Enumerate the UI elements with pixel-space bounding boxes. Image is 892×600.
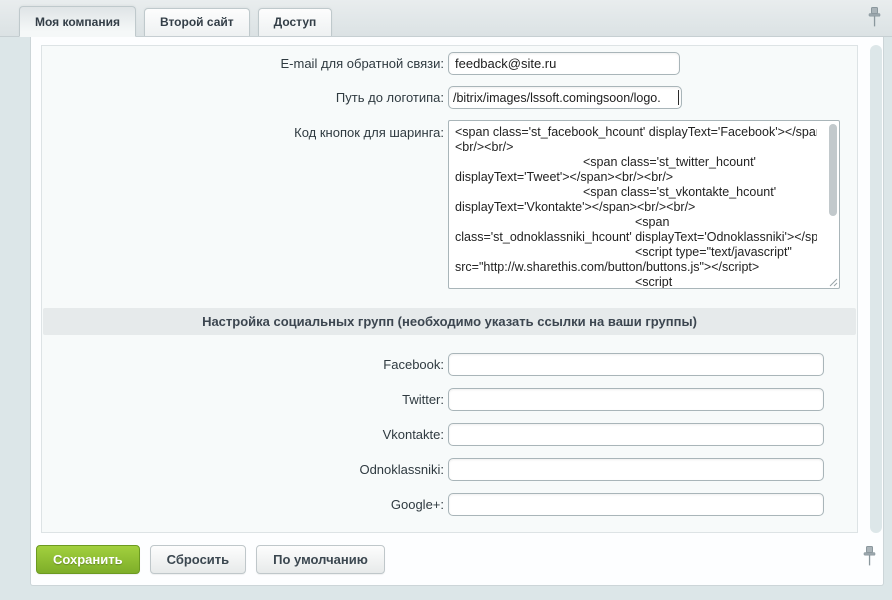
facebook-input[interactable]: [448, 353, 824, 376]
code-line: src="http://w.sharethis.com/button/butto…: [455, 260, 817, 275]
odnoklassniki-input[interactable]: [448, 458, 824, 481]
form-row-google-plus: Google+:: [42, 493, 857, 516]
email-input[interactable]: [448, 52, 680, 75]
text-caret: [678, 90, 679, 105]
button-bar: Сохранить Сбросить По умолчанию: [31, 533, 883, 585]
resize-grip-icon[interactable]: [828, 277, 838, 287]
scroll-gutter[interactable]: [870, 45, 882, 533]
logo-input-wrap: [448, 86, 682, 109]
code-line: <span: [455, 215, 817, 230]
code-line: class='st_odnoklassniki_hcount' displayT…: [455, 230, 817, 245]
code-line: <script type="text/javascript": [455, 245, 817, 260]
tab-list: Моя компания Второй сайт Доступ: [19, 0, 340, 36]
code-content: <span class='st_facebook_hcount' display…: [449, 121, 839, 289]
facebook-label: Facebook:: [42, 353, 448, 372]
code-line: displayText='Vkontakte'></span><br/><br/…: [455, 200, 817, 215]
form-row-email: E-mail для обратной связи:: [42, 52, 857, 75]
code-line: <script: [455, 275, 817, 289]
form-row-twitter: Twitter:: [42, 388, 857, 411]
email-label: E-mail для обратной связи:: [42, 52, 448, 71]
share-code-label: Код кнопок для шаринга:: [42, 120, 448, 140]
form-row-facebook: Facebook:: [42, 353, 857, 376]
code-line: <span class='st_facebook_hcount' display…: [455, 125, 817, 140]
twitter-input[interactable]: [448, 388, 824, 411]
scrollbar-thumb[interactable]: [829, 124, 837, 216]
code-line: <span class='st_twitter_hcount': [455, 155, 817, 170]
google-plus-input[interactable]: [448, 493, 824, 516]
pin-buttonbar-button[interactable]: [863, 546, 876, 567]
form-row-odnoklassniki: Odnoklassniki:: [42, 458, 857, 481]
tab-second-site[interactable]: Второй сайт: [144, 8, 250, 36]
vkontakte-label: Vkontakte:: [42, 423, 448, 442]
social-fields: Facebook: Twitter: Vkontakte: Odnoklassn…: [42, 353, 857, 516]
share-code-textarea[interactable]: <span class='st_facebook_hcount' display…: [448, 120, 840, 289]
logo-input[interactable]: [448, 86, 682, 109]
settings-card: E-mail для обратной связи: Путь до логот…: [30, 37, 884, 586]
tab-my-company[interactable]: Моя компания: [19, 6, 136, 37]
tab-bar: Моя компания Второй сайт Доступ: [0, 0, 892, 37]
push-pin-icon: [868, 7, 881, 28]
logo-label: Путь до логотипа:: [42, 86, 448, 105]
google-plus-label: Google+:: [42, 493, 448, 512]
form-row-vkontakte: Vkontakte:: [42, 423, 857, 446]
tab-access[interactable]: Доступ: [258, 8, 333, 36]
form-panel: E-mail для обратной связи: Путь до логот…: [41, 45, 858, 533]
code-line: <span class='st_vkontakte_hcount': [455, 185, 817, 200]
social-groups-section-header: Настройка социальных групп (необходимо у…: [43, 308, 856, 335]
form-row-logo: Путь до логотипа:: [42, 86, 857, 109]
code-line: <br/><br/>: [455, 140, 817, 155]
code-line: displayText='Tweet'></span><br/><br/>: [455, 170, 817, 185]
form-row-share-code: Код кнопок для шаринга: <span class='st_…: [42, 120, 857, 289]
odnoklassniki-label: Odnoklassniki:: [42, 458, 448, 477]
reset-button[interactable]: Сбросить: [150, 545, 247, 574]
push-pin-icon: [863, 546, 876, 567]
twitter-label: Twitter:: [42, 388, 448, 407]
default-button[interactable]: По умолчанию: [256, 545, 385, 574]
save-button[interactable]: Сохранить: [36, 545, 140, 574]
pin-tabbar-button[interactable]: [868, 7, 881, 28]
vkontakte-input[interactable]: [448, 423, 824, 446]
